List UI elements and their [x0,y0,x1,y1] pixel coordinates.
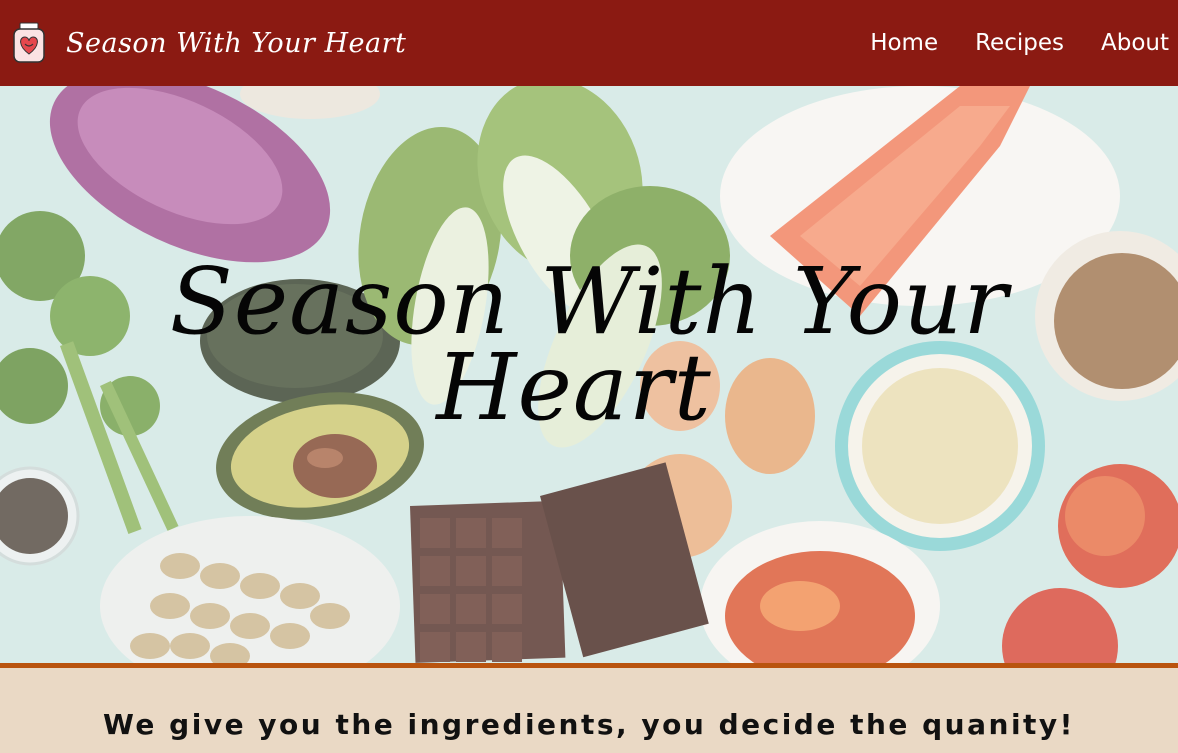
tagline-text: We give you the ingredients, you decide … [103,708,1075,741]
hero-title: Season With Your Heart [0,256,1178,434]
main-nav: Home Recipes About [833,30,1169,56]
nav-about-link[interactable]: About [1101,30,1169,56]
nav-recipes-link[interactable]: Recipes [975,30,1064,56]
site-header: Season With Your Heart Home Recipes Abou… [0,0,1178,86]
brand-name[interactable]: Season With Your Heart [66,28,406,59]
tagline-section: We give you the ingredients, you decide … [0,668,1178,753]
hero-banner: Season With Your Heart [0,86,1178,663]
brand[interactable]: Season With Your Heart [12,22,406,64]
hero-title-line2: Heart [436,334,712,441]
nav-home-link[interactable]: Home [870,30,938,56]
heart-jar-icon [13,22,45,63]
